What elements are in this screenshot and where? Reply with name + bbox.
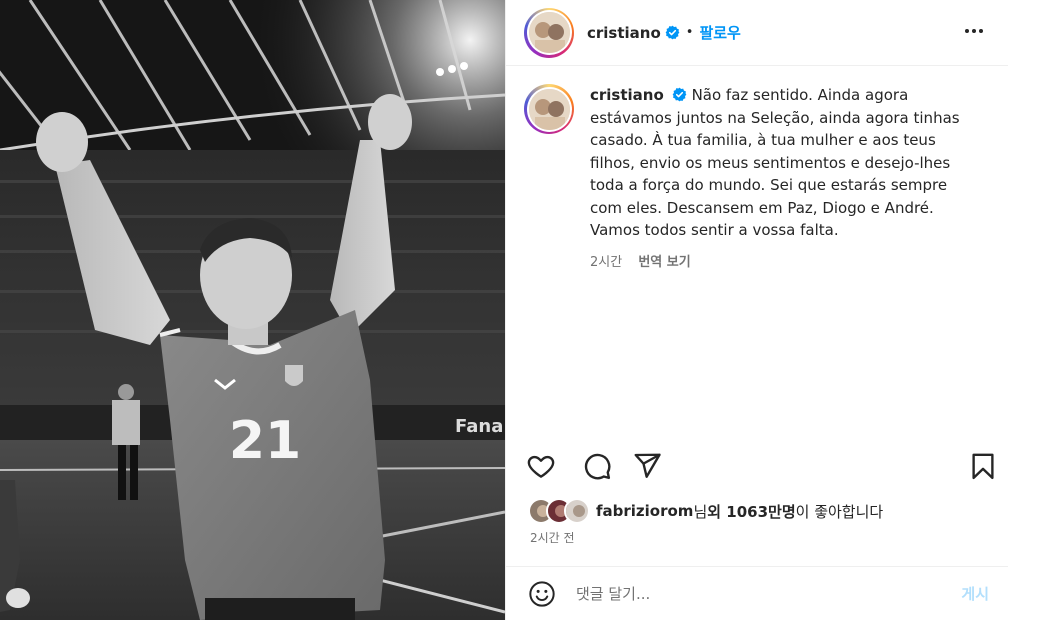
post-side-panel: cristiano • 팔로우 cristiano Não faz sentid… <box>505 0 1009 620</box>
instagram-post: Fana 21 cristiano • 팔로우 cristiano Não fa… <box>0 0 1052 620</box>
player-photo-illustration: Fana 21 <box>0 0 505 620</box>
header-username[interactable]: cristiano <box>587 24 661 42</box>
post-photo[interactable]: Fana 21 <box>0 0 505 620</box>
separator-dot: • <box>685 25 694 40</box>
banner-text: Fana <box>455 416 503 437</box>
translate-link[interactable]: 번역 보기 <box>638 255 690 270</box>
likes-mid: 님 <box>693 502 708 521</box>
caption-avatar[interactable] <box>524 84 574 134</box>
posted-time[interactable]: 2시간 전 <box>530 529 575 546</box>
liker-avatars[interactable] <box>528 498 590 524</box>
verified-badge-icon <box>665 25 680 40</box>
avatar <box>564 498 590 524</box>
comment-icon[interactable] <box>582 451 612 481</box>
likes-count[interactable]: 외 1063만명 <box>707 501 795 522</box>
caption-meta: 2시간 번역 보기 <box>590 252 975 275</box>
comment-bar: 게시 <box>506 566 1009 620</box>
caption-text-block: cristiano Não faz sentido. Ainda agora e… <box>590 84 975 242</box>
action-bar <box>506 444 1009 486</box>
heart-icon[interactable] <box>526 451 556 481</box>
liker-username[interactable]: fabriziorom <box>596 502 693 520</box>
caption-time: 2시간 <box>590 254 623 270</box>
bookmark-icon[interactable] <box>968 451 998 481</box>
page-gutter <box>1008 0 1052 620</box>
caption-text: Não faz sentido. Ainda agora estávamos j… <box>590 86 960 239</box>
likes-suffix: 이 좋아합니다 <box>795 502 884 521</box>
post-caption: cristiano Não faz sentido. Ainda agora e… <box>524 84 994 274</box>
emoji-icon[interactable] <box>528 580 556 608</box>
avatar <box>528 88 570 130</box>
share-icon[interactable] <box>632 451 662 481</box>
caption-username[interactable]: cristiano <box>590 86 664 104</box>
comment-input[interactable] <box>576 584 936 603</box>
follow-button[interactable]: 팔로우 <box>699 22 740 43</box>
avatar <box>528 12 570 53</box>
more-options-icon[interactable] <box>961 18 987 44</box>
post-header: cristiano • 팔로우 <box>506 0 1009 66</box>
post-comment-button[interactable]: 게시 <box>961 583 989 604</box>
likes-summary: fabriziorom 님 외 1063만명 이 좋아합니다 <box>528 498 883 524</box>
jersey-number: 21 <box>229 411 301 471</box>
story-avatar[interactable] <box>524 7 574 58</box>
verified-badge-icon <box>672 87 687 102</box>
